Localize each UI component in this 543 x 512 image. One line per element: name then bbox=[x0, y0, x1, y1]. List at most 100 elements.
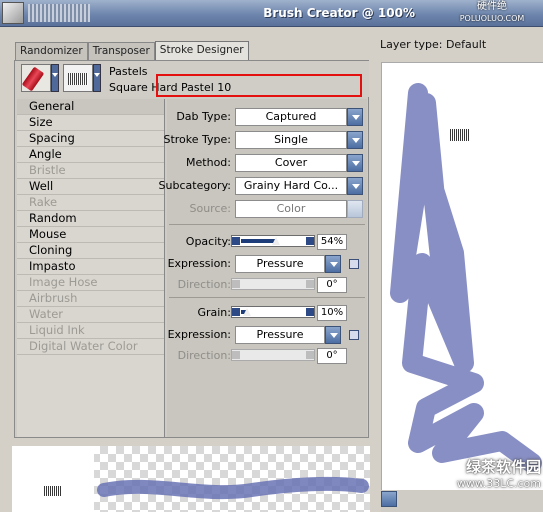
tab-transposer[interactable]: Transposer bbox=[87, 42, 155, 60]
preview-stroke-svg bbox=[97, 476, 369, 500]
property-item-spacing[interactable]: Spacing bbox=[17, 131, 164, 147]
opacity-expression-dropdown-icon[interactable] bbox=[325, 255, 341, 273]
opacity-direction-label: Direction: bbox=[177, 278, 231, 291]
grain-direction-value: 0° bbox=[317, 348, 347, 364]
canvas-status-bar bbox=[381, 490, 543, 512]
subcategory-dropdown-icon[interactable] bbox=[347, 177, 363, 195]
grain-expression-row: Expression: Pressure bbox=[167, 325, 367, 345]
stroke-preview bbox=[12, 446, 370, 512]
tab-bar: Randomizer Transposer Stroke Designer bbox=[15, 41, 249, 60]
opacity-invert-checkbox[interactable] bbox=[349, 259, 359, 269]
source-row: Source: Color bbox=[167, 199, 367, 219]
source-select: Color bbox=[235, 200, 347, 218]
property-item-bristle: Bristle bbox=[17, 163, 164, 179]
stroke-type-select[interactable]: Single bbox=[235, 131, 347, 149]
tab-randomizer[interactable]: Randomizer bbox=[15, 42, 88, 60]
opacity-slider-thumb[interactable] bbox=[272, 237, 280, 245]
grain-expression-select[interactable]: Pressure bbox=[235, 326, 325, 344]
stroke-type-row: Stroke Type: Single bbox=[163, 130, 367, 150]
canvas-stroke-svg bbox=[390, 83, 542, 473]
subcategory-row: Subcategory: Grainy Hard Co... bbox=[159, 176, 367, 196]
title-bar: Brush Creator @ 100% 硬件绝 POLUOLUO.COM bbox=[0, 0, 543, 27]
watermark-bottom-line1: 绿茶软件园 bbox=[465, 458, 541, 476]
source-dropdown-icon bbox=[347, 200, 363, 218]
method-row: Method: Cover bbox=[167, 153, 367, 173]
opacity-slider[interactable] bbox=[231, 235, 315, 247]
grain-row: Grain: 10% bbox=[167, 303, 367, 323]
dab-type-dropdown-icon[interactable] bbox=[347, 108, 363, 126]
watermark-top: 硬件绝 POLUOLUO.COM bbox=[449, 1, 535, 25]
opacity-expression-select[interactable]: Pressure bbox=[235, 255, 325, 273]
property-item-image-hose: Image Hose bbox=[17, 275, 164, 291]
opacity-direction-value: 0° bbox=[317, 277, 347, 293]
property-item-cloning[interactable]: Cloning bbox=[17, 243, 164, 259]
general-settings: Dab Type: Captured Stroke Type: Single M… bbox=[159, 99, 367, 437]
opacity-value[interactable]: 54% bbox=[317, 234, 347, 250]
brush-category-icon[interactable] bbox=[21, 64, 51, 92]
divider bbox=[169, 297, 365, 298]
grain-direction-label: Direction: bbox=[177, 349, 231, 362]
category-dropdown-icon[interactable] bbox=[51, 64, 59, 92]
opacity-direction-row: Direction: 0° bbox=[167, 275, 367, 295]
stroke-type-label: Stroke Type: bbox=[163, 133, 231, 146]
method-select[interactable]: Cover bbox=[235, 154, 347, 172]
watermark-top-line1: 硬件绝 bbox=[477, 1, 507, 12]
property-item-angle[interactable]: Angle bbox=[17, 147, 164, 163]
watermark-top-line2: POLUOLUO.COM bbox=[459, 14, 525, 23]
variant-dropdown-icon[interactable] bbox=[93, 64, 101, 92]
tab-content: Pastels Square Hard Pastel 10 General Siz… bbox=[14, 60, 369, 438]
property-item-impasto[interactable]: Impasto bbox=[17, 259, 164, 275]
property-item-well[interactable]: Well bbox=[17, 179, 164, 195]
opacity-slider-fill bbox=[241, 239, 276, 243]
method-label: Method: bbox=[186, 156, 231, 169]
grain-value[interactable]: 10% bbox=[317, 305, 347, 321]
title-bar-grip bbox=[28, 4, 90, 22]
brush-variant-icon[interactable] bbox=[63, 64, 93, 92]
stroke-type-dropdown-icon[interactable] bbox=[347, 131, 363, 149]
window-title: Brush Creator @ 100% bbox=[263, 6, 415, 20]
dab-type-label: Dab Type: bbox=[176, 110, 231, 123]
app-icon bbox=[2, 2, 24, 24]
divider bbox=[169, 224, 365, 225]
source-label: Source: bbox=[189, 202, 232, 215]
property-item-mouse[interactable]: Mouse bbox=[17, 227, 164, 243]
brush-category-name[interactable]: Pastels bbox=[109, 65, 147, 78]
brush-selector-row: Pastels Square Hard Pastel 10 bbox=[17, 61, 369, 97]
grain-direction-slider bbox=[231, 349, 315, 361]
subcategory-select[interactable]: Grainy Hard Co... bbox=[235, 177, 347, 195]
grain-invert-checkbox[interactable] bbox=[349, 330, 359, 340]
grain-expression-label: Expression: bbox=[167, 328, 231, 341]
subcategory-label: Subcategory: bbox=[158, 179, 231, 192]
watermark-bottom: 绿茶软件园 www.33LC.com bbox=[421, 456, 541, 490]
watermark-bottom-line2: www.33LC.com bbox=[456, 477, 541, 490]
grain-slider-thumb[interactable] bbox=[243, 308, 251, 316]
grain-direction-row: Direction: 0° bbox=[167, 346, 367, 366]
property-item-airbrush: Airbrush bbox=[17, 291, 164, 307]
property-list: General Size Spacing Angle Bristle Well Rake Ra… bbox=[17, 99, 165, 437]
opacity-row: Opacity: 54% bbox=[167, 232, 367, 252]
property-item-digital-water-color: Digital Water Color bbox=[17, 339, 164, 355]
dab-type-row: Dab Type: Captured bbox=[167, 107, 367, 127]
layer-type-label: Layer type: Default bbox=[380, 38, 487, 51]
opacity-expression-label: Expression: bbox=[167, 257, 231, 270]
stroke-designer-panel: Randomizer Transposer Stroke Designer Pa… bbox=[12, 28, 370, 440]
method-dropdown-icon[interactable] bbox=[347, 154, 363, 172]
canvas-dab-cursor bbox=[450, 129, 470, 141]
brush-variant-name[interactable]: Square Hard Pastel 10 bbox=[109, 81, 231, 94]
tab-stroke-designer[interactable]: Stroke Designer bbox=[154, 41, 249, 60]
grain-label: Grain: bbox=[197, 306, 231, 319]
opacity-expression-row: Expression: Pressure bbox=[167, 254, 367, 274]
property-item-water: Water bbox=[17, 307, 164, 323]
property-item-rake: Rake bbox=[17, 195, 164, 211]
opacity-direction-slider bbox=[231, 278, 315, 290]
dab-type-select[interactable]: Captured bbox=[235, 108, 347, 126]
property-item-general[interactable]: General bbox=[17, 99, 164, 115]
drawing-canvas[interactable] bbox=[381, 62, 543, 490]
canvas-corner-button[interactable] bbox=[381, 491, 397, 507]
property-item-size[interactable]: Size bbox=[17, 115, 164, 131]
opacity-label: Opacity: bbox=[185, 235, 231, 248]
grain-expression-dropdown-icon[interactable] bbox=[325, 326, 341, 344]
property-item-random[interactable]: Random bbox=[17, 211, 164, 227]
grain-slider[interactable] bbox=[231, 306, 315, 318]
property-item-liquid-ink: Liquid Ink bbox=[17, 323, 164, 339]
